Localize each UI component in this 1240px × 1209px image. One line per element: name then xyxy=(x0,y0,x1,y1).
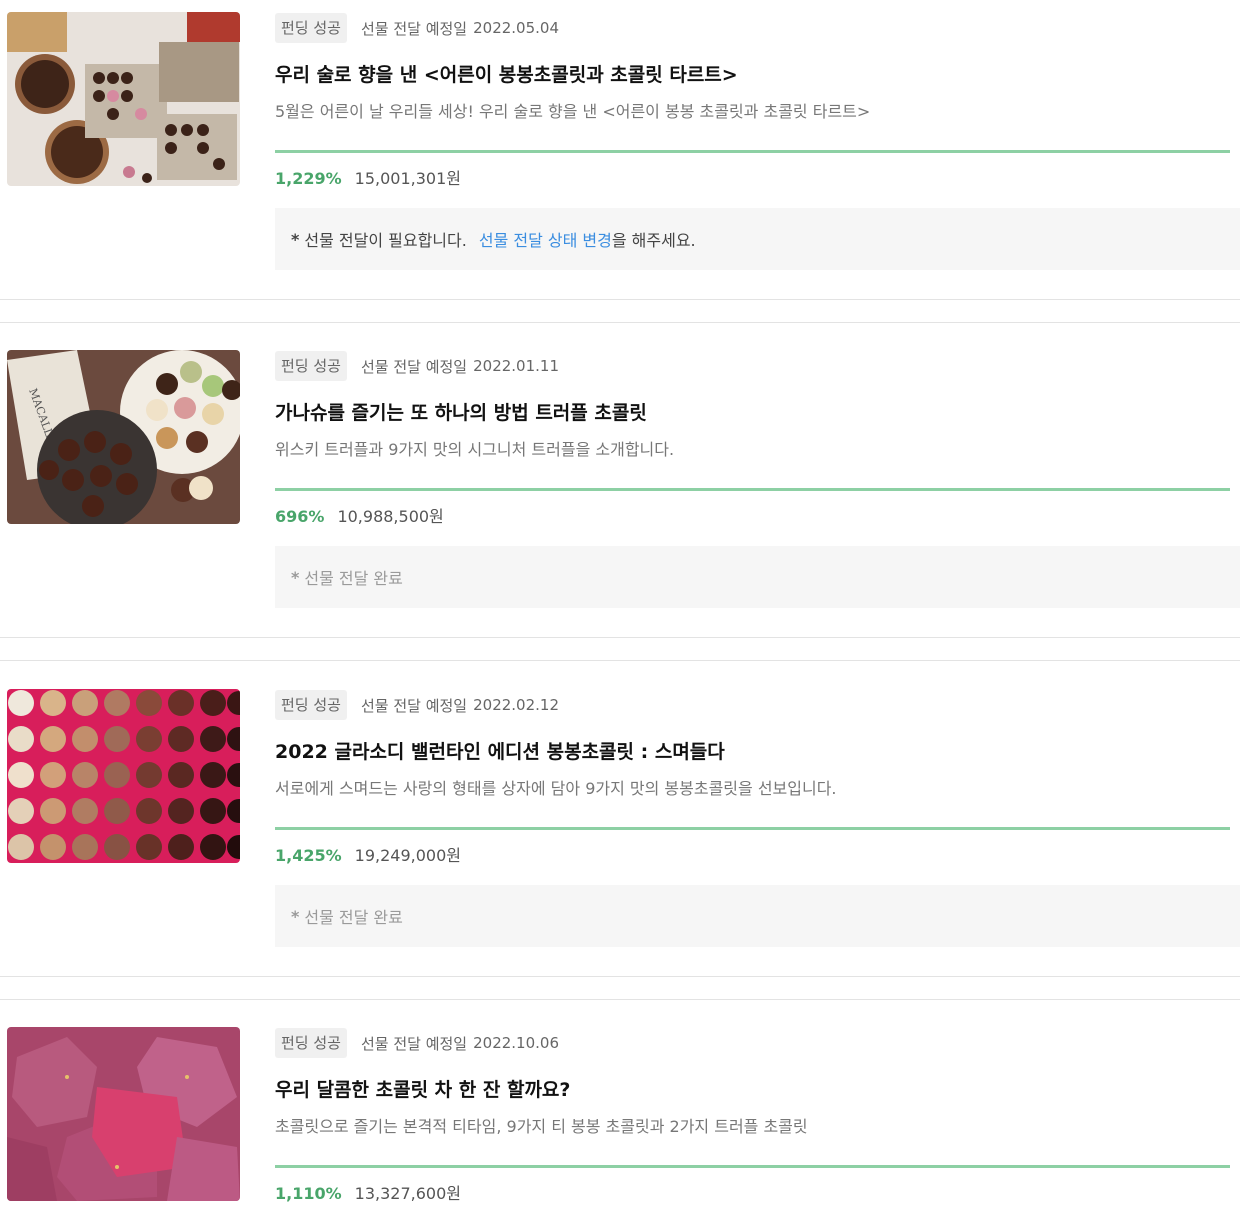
delivery-notice: * 선물 전달 완료 xyxy=(275,546,1240,608)
status-badge: 펀딩 성공 xyxy=(275,1028,347,1058)
project-description: 초콜릿으로 즐기는 본격적 티타임, 9가지 티 봉봉 초콜릿과 2가지 트러플… xyxy=(275,1117,808,1136)
divider xyxy=(0,637,1240,638)
divider xyxy=(0,999,1240,1000)
ship-label: 선물 전달 예정일 xyxy=(360,1034,468,1053)
product-thumbnail[interactable] xyxy=(7,689,240,863)
notice-text: 선물 전달 완료 xyxy=(304,569,403,588)
divider xyxy=(0,976,1240,977)
asterisk-icon: * xyxy=(291,906,300,926)
ship-date: 2022.10.06 xyxy=(473,1034,559,1052)
notice-text: 선물 전달이 필요합니다. xyxy=(304,231,467,250)
ship-label: 선물 전달 예정일 xyxy=(360,19,468,38)
project-title[interactable]: 2022 글라소디 밸런타인 에디션 봉봉초콜릿 : 스며들다 xyxy=(275,737,725,764)
change-delivery-status-link[interactable]: 선물 전달 상태 변경 xyxy=(479,227,612,251)
ship-date: 2022.02.12 xyxy=(473,696,559,714)
product-thumbnail[interactable]: MACALLAN xyxy=(7,350,240,524)
delivery-notice: * 선물 전달이 필요합니다. 선물 전달 상태 변경 을 해주세요. xyxy=(275,208,1240,270)
status-badge: 펀딩 성공 xyxy=(275,690,347,720)
funding-amount: 19,249,000원 xyxy=(354,846,461,865)
progress-fill xyxy=(275,150,1230,153)
asterisk-icon: * xyxy=(291,229,300,249)
project-title[interactable]: 우리 술로 향을 낸 <어른이 봉봉초콜릿과 초콜릿 타르트> xyxy=(275,60,738,87)
ship-date: 2022.01.11 xyxy=(473,357,559,375)
project-title[interactable]: 우리 달콤한 초콜릿 차 한 잔 할까요? xyxy=(275,1075,570,1102)
project-description: 서로에게 스며드는 사랑의 형태를 상자에 담아 9가지 맛의 봉봉초콜릿을 선… xyxy=(275,779,837,798)
progress-fill xyxy=(275,827,1230,830)
funding-percent: 1,110% xyxy=(275,1184,342,1203)
progress-bar xyxy=(275,150,1230,153)
product-thumbnail[interactable] xyxy=(7,1027,240,1201)
asterisk-icon: * xyxy=(291,567,300,587)
funding-amount: 13,327,600원 xyxy=(354,1184,461,1203)
project-title[interactable]: 가나슈를 즐기는 또 하나의 방법 트러플 초콜릿 xyxy=(275,398,647,425)
status-badge: 펀딩 성공 xyxy=(275,351,347,381)
ship-label: 선물 전달 예정일 xyxy=(360,696,468,715)
ship-label: 선물 전달 예정일 xyxy=(360,357,468,376)
divider xyxy=(0,299,1240,300)
progress-bar xyxy=(275,488,1230,491)
delivery-notice: * 선물 전달 완료 xyxy=(275,885,1240,947)
notice-suffix: 을 해주세요. xyxy=(611,231,696,250)
progress-bar xyxy=(275,1165,1230,1168)
funding-percent: 1,229% xyxy=(275,169,342,188)
product-thumbnail[interactable] xyxy=(7,12,240,186)
project-description: 5월은 어른이 날 우리들 세상! 우리 술로 향을 낸 <어른이 봉봉 초콜릿… xyxy=(275,102,871,121)
progress-fill xyxy=(275,488,1230,491)
funding-percent: 696% xyxy=(275,507,325,526)
ship-date: 2022.05.04 xyxy=(473,19,559,37)
funding-percent: 1,425% xyxy=(275,846,342,865)
funding-amount: 15,001,301원 xyxy=(354,169,461,188)
progress-bar xyxy=(275,827,1230,830)
divider xyxy=(0,660,1240,661)
progress-fill xyxy=(275,1165,1230,1168)
status-badge: 펀딩 성공 xyxy=(275,13,347,43)
notice-text: 선물 전달 완료 xyxy=(304,908,403,927)
divider xyxy=(0,322,1240,323)
funding-amount: 10,988,500원 xyxy=(337,507,444,526)
project-description: 위스키 트러플과 9가지 맛의 시그니처 트러플을 소개합니다. xyxy=(275,440,675,459)
